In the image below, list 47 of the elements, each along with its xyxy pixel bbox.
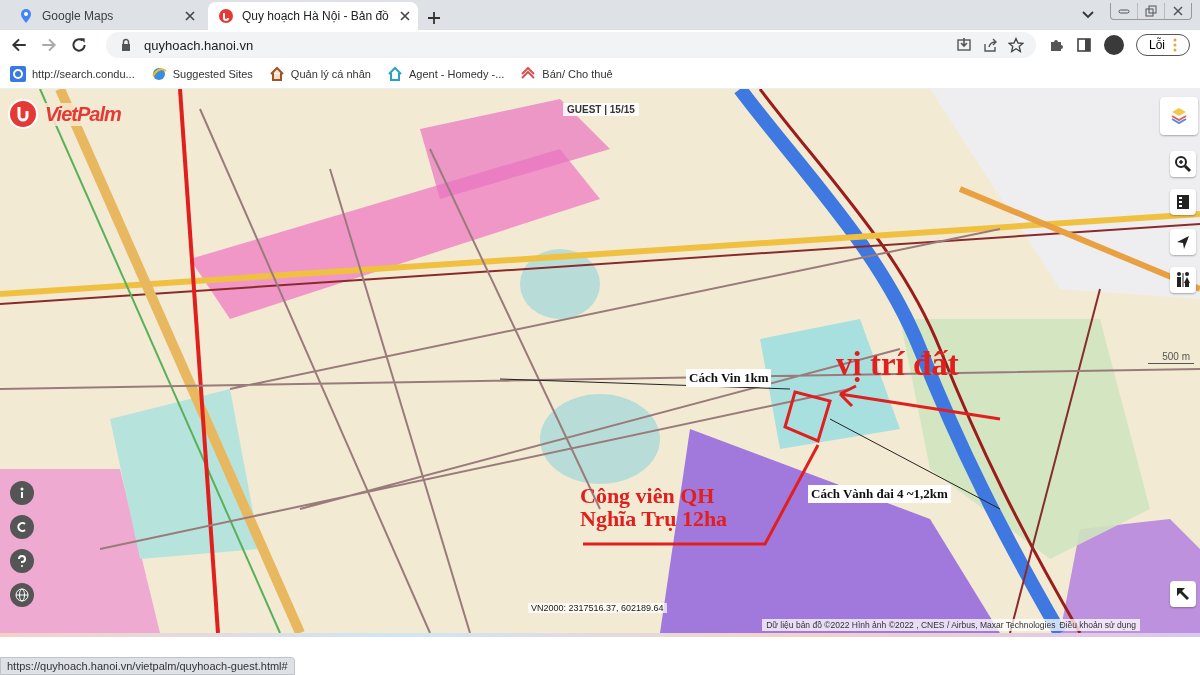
browser-e-icon — [150, 66, 167, 82]
map-pin-icon — [18, 8, 34, 24]
close-icon[interactable] — [1172, 4, 1184, 17]
terms-link[interactable]: Điều khoản sử dụng — [1059, 620, 1136, 630]
browser-tab[interactable]: Google Maps — [8, 2, 208, 30]
share-icon[interactable] — [982, 37, 998, 53]
scale-bar: 500 m — [1148, 351, 1194, 364]
reload-icon[interactable] — [70, 36, 88, 54]
logo-icon — [218, 8, 234, 24]
house-icon — [387, 66, 403, 82]
logo-icon — [8, 99, 38, 129]
bookmark[interactable]: Bán/ Cho thuê — [520, 66, 613, 82]
logo-text: VietPalm — [42, 102, 124, 126]
bookmark[interactable]: http://search.condu... — [10, 66, 135, 82]
puzzle-piece-icon[interactable] — [1048, 37, 1064, 53]
legend-button[interactable] — [1170, 189, 1196, 215]
profile-button[interactable]: Lỗi — [1136, 34, 1190, 56]
bookmark[interactable]: Suggested Sites — [150, 66, 253, 82]
zoom-in-icon — [1173, 154, 1193, 174]
coordinate-readout: VN2000: 2317516.37, 602189.64 — [528, 603, 667, 613]
house-icon — [268, 66, 285, 82]
restroom-button[interactable] — [1170, 267, 1196, 293]
navigation-arrow-button[interactable] — [1170, 229, 1196, 255]
install-icon[interactable] — [956, 37, 972, 53]
layers-button[interactable] — [1160, 97, 1198, 135]
avatar[interactable] — [1104, 35, 1124, 55]
map-attribution: Dữ liệu bản đồ ©2022 Hình ảnh ©2022 , CNES / Airbus, Maxar Technologies — [766, 620, 1056, 630]
restore-icon[interactable] — [1145, 4, 1157, 17]
address-bar[interactable]: quyhoach.hanoi.vn — [106, 32, 1036, 58]
layers-icon — [1169, 106, 1189, 126]
annotation-label: Công viên QH Nghĩa Trụ 12ha — [580, 484, 729, 531]
google-g-icon — [10, 66, 26, 82]
star-icon[interactable] — [1008, 37, 1024, 53]
session-badge: GUEST | 15/15 — [563, 103, 639, 116]
bookmark[interactable]: Quản lý cá nhân — [268, 66, 371, 82]
expand-arrow-button[interactable] — [1170, 581, 1196, 607]
back-icon[interactable] — [10, 36, 28, 54]
zoom-in-button[interactable] — [1170, 151, 1196, 177]
new-tab-icon[interactable] — [426, 10, 442, 26]
distance-note: Cách Vành đai 4 ~1,2km — [808, 485, 951, 503]
status-url: https://quyhoach.hanoi.vn/vietpalm/quyhoach-guest.html# — [0, 657, 295, 675]
side-panel-icon[interactable] — [1076, 37, 1092, 53]
bookmark[interactable]: Agent - Homedy -... — [387, 66, 505, 82]
browser-tab[interactable]: Quy hoạch Hà Nội - Bản đồ — [208, 2, 418, 30]
url-text: quyhoach.hanoi.vn — [144, 37, 255, 53]
minimize-icon[interactable] — [1118, 6, 1130, 15]
distance-note: Cách Vin 1km — [686, 369, 772, 387]
